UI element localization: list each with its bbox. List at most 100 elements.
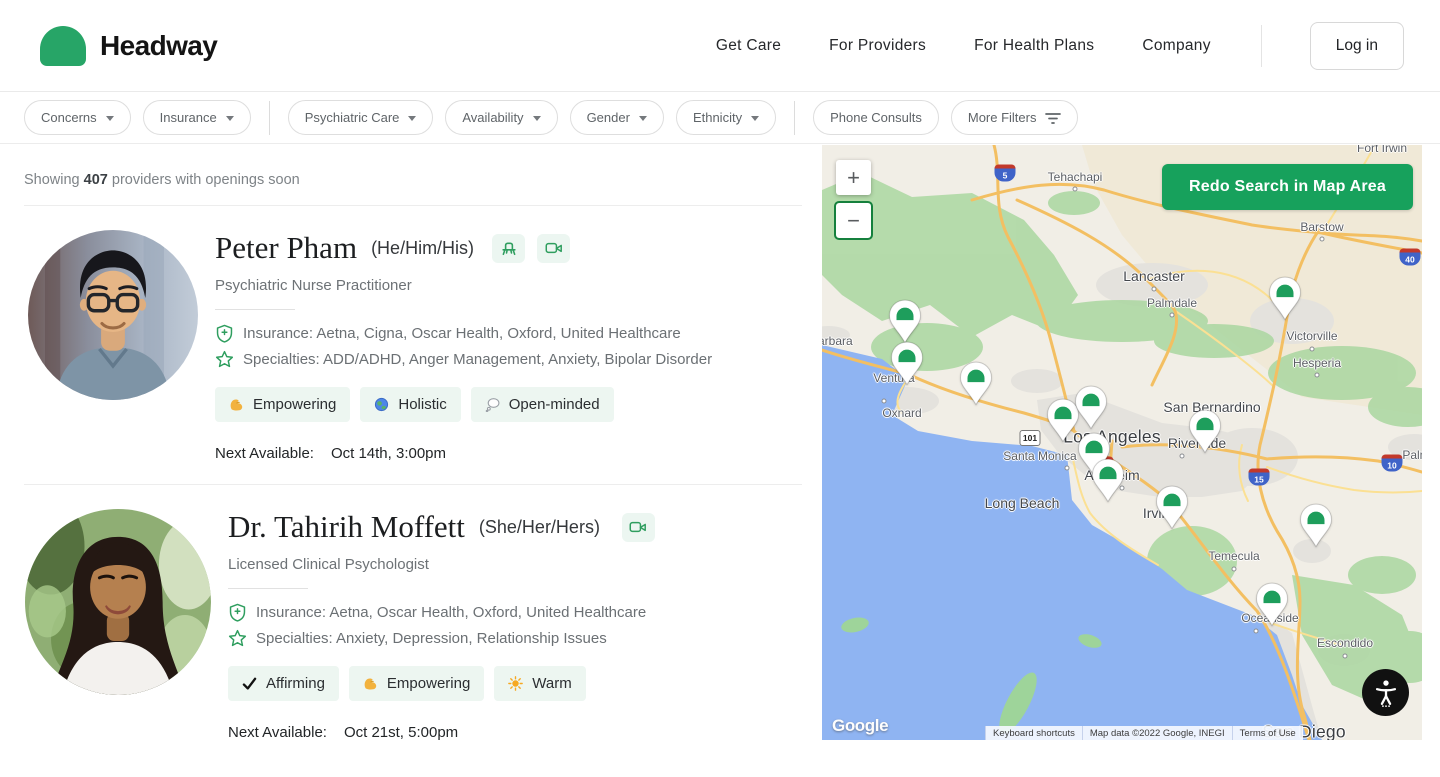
insurance-shield-icon [228,603,247,622]
header: Headway Get Care For Providers For Healt… [0,0,1440,92]
filter-insurance[interactable]: Insurance [143,100,251,135]
zoom-in-button[interactable]: + [836,160,871,195]
provider-card-tahirih-moffett[interactable]: Dr. Tahirih Moffett (She/Her/Hers) Licen… [24,485,802,741]
provider-photo [28,230,198,400]
card-divider [215,309,295,310]
next-available-row: Next Available: Oct 14th, 3:00pm [215,445,712,462]
accessibility-button[interactable] [1362,669,1409,716]
filter-group-divider [269,101,270,135]
filter-phone-consults[interactable]: Phone Consults [813,100,939,135]
terms-of-use-link[interactable]: Terms of Use [1232,726,1303,740]
insurance-label: Insurance: [256,604,329,621]
provider-map-pin[interactable] [889,341,925,392]
filter-lines-icon [1045,112,1061,124]
results-summary: Showing 407 providers with openings soon [24,172,802,188]
map-town-dot [1180,454,1185,459]
badge-label: Open-minded [509,396,600,413]
filter-ethnicity[interactable]: Ethnicity [676,100,776,135]
map-town-dot [1232,567,1237,572]
filter-availability[interactable]: Availability [445,100,557,135]
specialties-row: Specialties: Anxiety, Depression, Relati… [228,629,655,648]
insurance-row: Insurance: Aetna, Oscar Health, Oxford, … [228,603,655,622]
map-town-dot [882,399,887,404]
filter-label: Concerns [41,110,97,125]
map-panel[interactable]: + − Redo Search in Map Area Google Keybo… [822,145,1422,740]
provider-title: Licensed Clinical Psychologist [228,556,655,573]
zoom-out-button[interactable]: − [836,203,871,238]
badge-empowering: Empowering [349,666,484,701]
provider-map-pin[interactable] [1298,503,1334,554]
filter-concerns[interactable]: Concerns [24,100,131,135]
provider-details: Dr. Tahirih Moffett (She/Her/Hers) Licen… [228,509,655,741]
chevron-down-icon [106,116,114,121]
next-available-value: Oct 14th, 3:00pm [331,445,446,462]
filter-label: Phone Consults [830,110,922,125]
provider-name[interactable]: Peter Pham [215,230,357,266]
login-button[interactable]: Log in [1310,22,1404,70]
video-session-chip [622,513,655,542]
nav-company[interactable]: Company [1142,37,1210,55]
headway-logo[interactable]: Headway [40,26,217,66]
provider-card-peter-pham[interactable]: Peter Pham (He/Him/His) [24,206,802,462]
nav-divider [1261,25,1262,67]
badge-warm: Warm [494,666,585,701]
provider-pronouns: (He/Him/His) [371,238,474,259]
filter-label: Availability [462,110,523,125]
provider-details: Peter Pham (He/Him/His) [215,230,712,462]
nav-get-care[interactable]: Get Care [716,37,781,55]
sun-icon [508,676,523,691]
results-count: 407 [84,172,108,188]
highway-shield-5: 5 [995,165,1016,182]
map-data-attribution: Map data ©2022 Google, INEGI [1082,726,1232,740]
provider-map-pin[interactable] [1073,385,1109,436]
nav-for-providers[interactable]: For Providers [829,37,926,55]
map-town-dot [1170,313,1175,318]
filter-label: Insurance [160,110,217,125]
nav-for-health-plans[interactable]: For Health Plans [974,37,1094,55]
provider-name[interactable]: Dr. Tahirih Moffett [228,509,465,545]
map-town-dot [1065,466,1070,471]
specialties-label: Specialties: [243,351,323,368]
map-town-dot [1315,373,1320,378]
provider-map-pin[interactable] [1267,276,1303,327]
map-town-dot [1048,506,1053,511]
map-attribution: Keyboard shortcuts Map data ©2022 Google… [985,726,1303,740]
specialties-label: Specialties: [256,630,336,647]
top-nav: Get Care For Providers For Health Plans … [716,22,1404,70]
video-session-chip [537,234,570,263]
next-available-label: Next Available: [215,445,314,462]
provider-photo-illustration [28,230,198,400]
main-content: Showing 407 providers with openings soon [0,144,1440,777]
filter-psychiatric-care[interactable]: Psychiatric Care [288,100,434,135]
chevron-down-icon [751,116,759,121]
next-available-row: Next Available: Oct 21st, 5:00pm [228,724,655,741]
headway-logo-icon [40,26,86,66]
provider-map-pin[interactable] [958,361,994,412]
provider-map-pin[interactable] [1254,582,1290,633]
personality-badges: Affirming Empowering [228,666,655,701]
summary-prefix: Showing [24,172,84,188]
muscle-icon [229,397,244,412]
muscle-icon [363,676,378,691]
thought-bubble-icon [485,397,500,412]
highway-shield-40: 40 [1400,249,1421,266]
badge-open-minded: Open-minded [471,387,614,422]
filter-label: Psychiatric Care [305,110,400,125]
specialties-row: Specialties: ADD/ADHD, Anger Management,… [215,350,712,369]
badge-label: Empowering [387,675,470,692]
map-town-dot [1073,187,1078,192]
filter-more-filters[interactable]: More Filters [951,100,1079,135]
provider-photo-illustration [25,509,211,695]
provider-map-pin[interactable] [1187,409,1223,460]
provider-map-pin[interactable] [1154,485,1190,536]
filter-label: Ethnicity [693,110,742,125]
google-logo: Google [832,716,888,736]
redo-search-button[interactable]: Redo Search in Map Area [1162,164,1413,210]
insurance-row: Insurance: Aetna, Cigna, Oscar Health, O… [215,324,712,343]
provider-map-pin[interactable] [1090,458,1126,509]
checkmark-icon [242,676,257,691]
badge-label: Empowering [253,396,336,413]
badge-empowering: Empowering [215,387,350,422]
keyboard-shortcuts-link[interactable]: Keyboard shortcuts [985,726,1082,740]
filter-gender[interactable]: Gender [570,100,664,135]
